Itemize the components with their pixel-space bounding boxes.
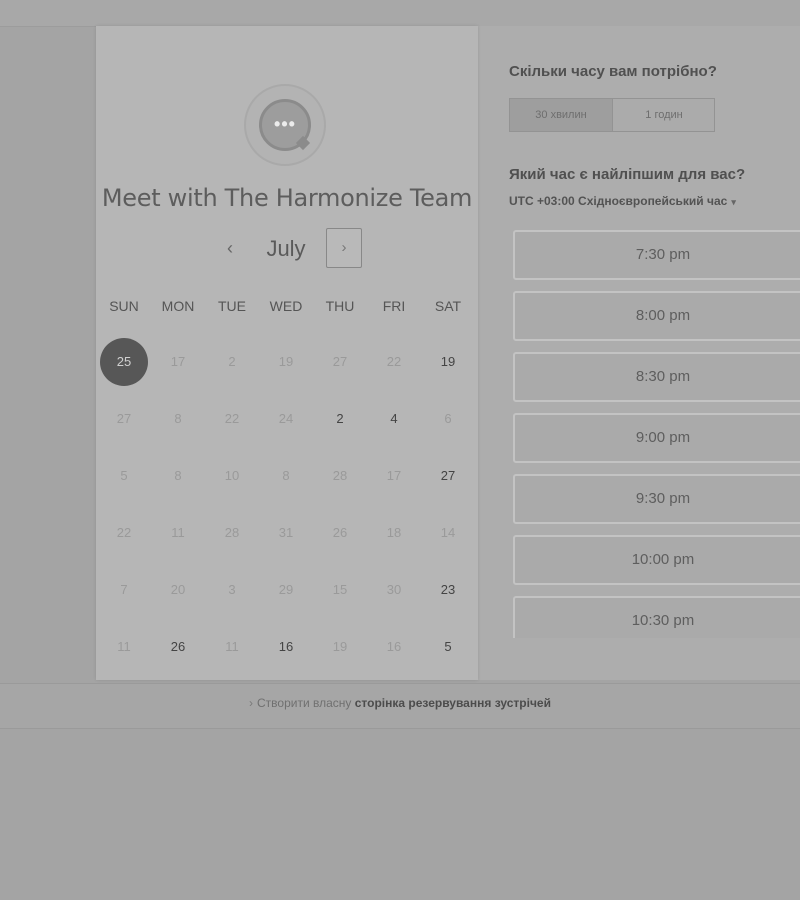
calendar-day: 27: [116, 411, 132, 426]
calendar-day: 8: [174, 468, 182, 483]
calendar-day[interactable]: 26: [154, 623, 202, 671]
calendar-day: 26: [332, 525, 348, 540]
next-month-button[interactable]: ›: [326, 228, 362, 268]
footer-bold-text: сторінка резервування зустрічей: [354, 696, 551, 710]
calendar-day: 29: [278, 582, 294, 597]
calendar-day: 2: [228, 354, 236, 369]
timeslot-button[interactable]: 9:00 pm: [513, 413, 800, 463]
calendar-day: 8: [282, 468, 290, 483]
weekday-sun: SUN: [109, 298, 139, 314]
timeslot-button[interactable]: 10:30 pm: [513, 596, 800, 638]
calendar-day: 11: [117, 639, 131, 654]
calendar-day[interactable]: 23: [424, 566, 472, 614]
duration-30-min-button[interactable]: 30 хвилин: [510, 99, 612, 131]
calendar-day[interactable]: 27: [424, 452, 472, 500]
month-label: July: [266, 236, 306, 261]
calendar-day: 15: [332, 582, 348, 597]
team-title: Meet with The Harmonize Team: [101, 184, 473, 212]
calendar-day: 27: [332, 354, 348, 369]
duration-toggle: 30 хвилин 1 годин: [509, 98, 715, 132]
calendar-day: 19: [332, 639, 348, 654]
time-title: Який час є найліпшим для вас?: [509, 166, 746, 183]
create-booking-page-link[interactable]: › Створити власну сторінка резервування з…: [0, 696, 800, 710]
weekday-mon: MON: [161, 298, 195, 314]
calendar-day: 3: [228, 582, 236, 597]
timeslot-button[interactable]: 9:30 pm: [513, 474, 800, 524]
footer-prefix: Створити власну: [257, 696, 352, 710]
calendar-day: 8: [174, 411, 182, 426]
calendar-day: 30: [386, 582, 402, 597]
timeslot-button[interactable]: 7:30 pm: [513, 230, 800, 280]
calendar-day: 6: [444, 411, 452, 426]
calendar-day: 24: [278, 411, 294, 426]
team-logo: •••: [244, 84, 326, 166]
calendar-day: 18: [386, 525, 402, 540]
calendar-day[interactable]: 5: [424, 623, 472, 671]
calendar-panel: ••• Meet with The Harmonize Team ‹ July …: [96, 26, 478, 680]
calendar-day[interactable]: 2: [316, 395, 364, 443]
calendar-day: 22: [224, 411, 240, 426]
calendar-day: 22: [386, 354, 402, 369]
calendar-day: 11: [225, 639, 239, 654]
calendar-day: 17: [170, 354, 186, 369]
weekday-fri: FRI: [382, 298, 406, 314]
calendar-day: 22: [116, 525, 132, 540]
weekday-wed: WED: [269, 298, 303, 314]
weekday-sat: SAT: [434, 298, 462, 314]
timeslot-button[interactable]: 8:30 pm: [513, 352, 800, 402]
calendar-day[interactable]: 4: [370, 395, 418, 443]
calendar-day: 19: [278, 354, 294, 369]
calendar-day: 31: [278, 525, 294, 540]
duration-title: Скільки часу вам потрібно?: [509, 63, 717, 80]
arrow-icon: ›: [249, 696, 254, 710]
duration-1-hour-button[interactable]: 1 годин: [612, 99, 715, 131]
timezone-label: UTC +03:00 Східноєвропейський час: [509, 194, 728, 208]
calendar-day: 28: [224, 525, 240, 540]
calendar-day: 11: [171, 525, 185, 540]
calendar-day: 20: [170, 582, 186, 597]
chevron-down-icon: ▾: [731, 197, 736, 207]
calendar-day: 7: [120, 582, 128, 597]
calendar-day[interactable]: 16: [262, 623, 310, 671]
calendar-day: 5: [120, 468, 128, 483]
calendar-day-selected[interactable]: 25: [100, 338, 148, 386]
weekday-tue: TUE: [218, 298, 246, 314]
calendar-day: 17: [386, 468, 402, 483]
calendar-day: 14: [440, 525, 456, 540]
calendar-day: 16: [386, 639, 402, 654]
prev-month-button[interactable]: ‹: [216, 232, 244, 264]
timeslot-button[interactable]: 8:00 pm: [513, 291, 800, 341]
calendar-day: 28: [332, 468, 348, 483]
timezone-selector[interactable]: UTC +03:00 Східноєвропейський час ▾: [509, 194, 736, 208]
timeslot-button[interactable]: 10:00 pm: [513, 535, 800, 585]
weekday-thu: THU: [325, 298, 355, 314]
calendar-day: 10: [224, 468, 240, 483]
calendar-day[interactable]: 19: [424, 338, 472, 386]
timeslot-list[interactable]: 7:30 pm 8:00 pm 8:30 pm 9:00 pm 9:30 pm 10:00…: [510, 226, 800, 638]
top-bar: [0, 0, 800, 27]
